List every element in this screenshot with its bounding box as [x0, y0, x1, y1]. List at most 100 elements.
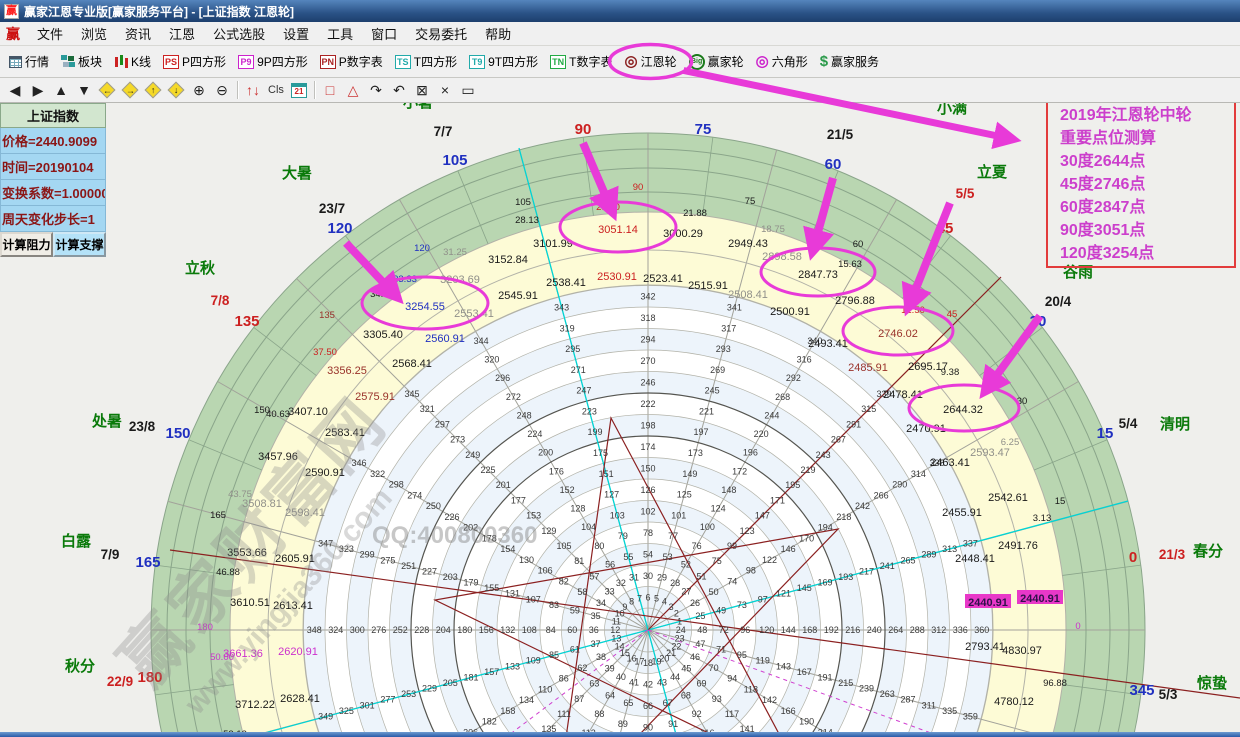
svg-text:168: 168	[802, 625, 817, 635]
rect-tool-button[interactable]: □	[319, 80, 341, 101]
svg-text:2: 2	[674, 609, 679, 619]
menu-item-browse[interactable]: 浏览	[72, 22, 116, 45]
nav-forward-button[interactable]: ▶	[27, 80, 49, 101]
svg-text:119: 119	[756, 656, 770, 666]
toolbar-item-kline[interactable]: K线	[109, 49, 156, 74]
sectors-icon	[61, 55, 75, 68]
move-up-button[interactable]: ↑	[142, 80, 164, 101]
zoom-in-button[interactable]: ⊕	[188, 80, 210, 101]
svg-text:171: 171	[770, 495, 785, 505]
triangle-tool-button[interactable]: △	[342, 80, 364, 101]
menu-item-gann[interactable]: 江恩	[160, 22, 204, 45]
move-down-button[interactable]: ↓	[165, 80, 187, 101]
move-right-button[interactable]: →	[119, 80, 141, 101]
nav-down-button[interactable]: ▼	[73, 80, 95, 101]
zoom-out-button[interactable]: ⊖	[211, 80, 233, 101]
svg-text:296: 296	[495, 373, 510, 383]
svg-text:2493.41: 2493.41	[808, 338, 848, 350]
svg-text:46: 46	[690, 652, 700, 662]
svg-text:134: 134	[519, 695, 534, 705]
calc-resistance-button[interactable]: 计算阻力	[0, 232, 53, 257]
svg-text:92: 92	[692, 709, 702, 719]
move-left-button[interactable]: ←	[96, 80, 118, 101]
menu-item-settings[interactable]: 设置	[274, 22, 318, 45]
svg-text:28.13: 28.13	[515, 215, 539, 226]
toolbar-item-t-table[interactable]: TNT数字表	[545, 49, 617, 74]
svg-text:75: 75	[712, 556, 722, 566]
svg-text:360: 360	[974, 625, 989, 635]
cls-button[interactable]: Cls	[265, 80, 287, 101]
toolbar-item-9t-square[interactable]: T99T四方形	[464, 49, 543, 74]
calendar-button[interactable]: 21	[288, 80, 310, 101]
symbol-title: 上证指数	[0, 103, 106, 128]
svg-text:97: 97	[758, 594, 768, 604]
toolbar-item-9p-square[interactable]: P99P四方形	[233, 49, 313, 74]
toolbar-item-quotes[interactable]: 行情	[4, 49, 54, 74]
rotate-ccw-button[interactable]: ↶	[388, 80, 410, 101]
panel-buttons: 计算阻力 计算支撑	[0, 232, 106, 257]
svg-text:7/7: 7/7	[434, 124, 453, 139]
svg-text:15: 15	[1097, 425, 1114, 442]
svg-text:74: 74	[727, 576, 737, 586]
svg-text:44: 44	[670, 672, 680, 682]
svg-text:219: 219	[800, 465, 815, 475]
svg-text:300: 300	[350, 625, 365, 635]
svg-text:315: 315	[861, 404, 876, 414]
toolbar-item-hexagon[interactable]: ◎六角形	[751, 49, 813, 74]
menu-bar: 赢 文件浏览资讯江恩公式选股设置工具窗口交易委托帮助	[0, 22, 1240, 46]
toolbar-item-winner-wheel[interactable]: Big赢家轮	[684, 49, 749, 74]
svg-text:216: 216	[845, 625, 860, 635]
calc-support-button[interactable]: 计算支撑	[53, 232, 106, 257]
quotes-icon	[9, 56, 22, 68]
price-scale-button[interactable]: ↑↓	[242, 80, 264, 101]
svg-text:156: 156	[479, 625, 494, 635]
svg-text:0: 0	[1075, 621, 1080, 632]
svg-text:124: 124	[711, 504, 726, 514]
svg-text:73: 73	[737, 600, 747, 610]
menu-item-window[interactable]: 窗口	[362, 22, 406, 45]
svg-text:166: 166	[781, 706, 796, 716]
svg-text:277: 277	[380, 695, 395, 705]
shrink-button[interactable]: ×	[434, 80, 456, 101]
toolbar-item-gann-wheel[interactable]: ◎江恩轮	[619, 49, 681, 74]
svg-text:247: 247	[576, 386, 591, 396]
toolbar-item-sectors[interactable]: 板块	[56, 49, 107, 74]
svg-text:64: 64	[605, 691, 615, 701]
gann-wheel-icon: ◎	[624, 55, 637, 69]
menu-item-help[interactable]: 帮助	[476, 22, 520, 45]
svg-text:67: 67	[663, 698, 673, 708]
svg-text:222: 222	[640, 399, 655, 409]
svg-text:172: 172	[732, 466, 747, 476]
svg-text:252: 252	[393, 625, 408, 635]
svg-text:95: 95	[737, 650, 747, 660]
nav-up-button[interactable]: ▲	[50, 80, 72, 101]
menu-item-trade[interactable]: 交易委托	[406, 22, 476, 45]
svg-text:15: 15	[1055, 496, 1066, 507]
nav-back-button[interactable]: ◀	[4, 80, 26, 101]
toolbar-item-winner-service[interactable]: $赢家服务	[815, 49, 884, 74]
toolbar-item-label: P四方形	[182, 53, 226, 70]
svg-text:130: 130	[519, 555, 534, 565]
menu-item-news[interactable]: 资讯	[116, 22, 160, 45]
svg-text:41: 41	[629, 677, 639, 687]
svg-text:4780.12: 4780.12	[994, 696, 1034, 708]
annotation-line: 120度3254点	[1060, 242, 1228, 265]
svg-text:春分: 春分	[1193, 542, 1223, 560]
svg-text:180: 180	[457, 625, 472, 635]
svg-text:96: 96	[740, 625, 750, 635]
svg-text:345: 345	[404, 389, 419, 399]
menu-item-formula-select[interactable]: 公式选股	[204, 22, 274, 45]
toolbar-item-t-square[interactable]: TST四方形	[390, 49, 462, 74]
delete-box-button[interactable]: ⊠	[411, 80, 433, 101]
svg-text:217: 217	[859, 566, 874, 576]
menu-item-tools[interactable]: 工具	[318, 22, 362, 45]
annotation-line: 45度2746点	[1060, 173, 1228, 196]
select-tool-button[interactable]: ▭	[457, 80, 479, 101]
svg-text:215: 215	[838, 678, 853, 688]
menu-item-file[interactable]: 文件	[28, 22, 72, 45]
svg-text:132: 132	[500, 625, 515, 635]
toolbar-item-p-table[interactable]: PNP数字表	[315, 49, 388, 74]
toolbar-item-p-square[interactable]: PSP四方形	[158, 49, 231, 74]
rotate-cw-button[interactable]: ↷	[365, 80, 387, 101]
svg-text:348: 348	[307, 625, 322, 635]
